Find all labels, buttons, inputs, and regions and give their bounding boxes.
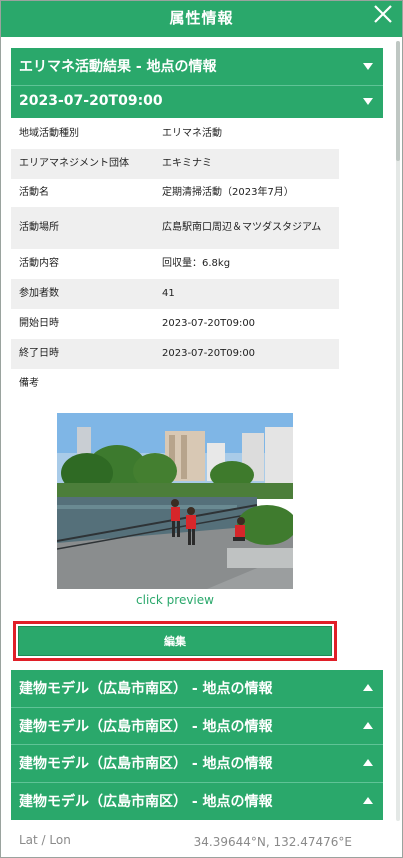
scrollbar[interactable]: [396, 41, 400, 821]
activity-photo[interactable]: [57, 413, 293, 589]
attr-key: 参加者数: [11, 279, 154, 309]
attr-key: エリアマネジメント団体: [11, 149, 154, 179]
table-row: 参加者数 41: [11, 279, 339, 309]
attribute-table: 地域活動種別 エリマネ活動 エリアマネジメント団体 エキミナミ 活動名 定期清掃…: [11, 119, 339, 399]
table-row: 活動場所 広島駅南口周辺＆マツダスタジアム: [11, 207, 339, 249]
chevron-down-icon: [363, 63, 373, 70]
attr-value: 2023-07-20T09:00: [154, 339, 339, 369]
accordion-building-model[interactable]: 建物モデル（広島市南区） - 地点の情報: [11, 707, 383, 745]
attr-key: 開始日時: [19, 318, 59, 329]
attr-value: [154, 369, 339, 399]
accordion-area-management-result[interactable]: エリマネ活動結果 - 地点の情報: [11, 48, 383, 86]
lat-lon-label: Lat / Lon: [19, 833, 71, 847]
chevron-up-icon: [363, 797, 373, 804]
attr-value: エリマネ活動: [162, 128, 222, 139]
attr-value: エキミナミ: [154, 149, 339, 179]
record-header-label: 2023-07-20T09:00: [19, 93, 163, 109]
attr-value: 回収量：6.8kg: [162, 258, 231, 269]
lat-lon-row: Lat / Lon 34.39644°N, 132.47476°E: [1, 829, 402, 857]
chevron-down-icon: [363, 98, 373, 105]
accordion-label: 建物モデル（広島市南区） - 地点の情報: [19, 719, 273, 735]
table-row: 備考: [11, 369, 339, 399]
attr-key: 終了日時: [11, 339, 154, 369]
edit-button[interactable]: 編集: [18, 626, 332, 656]
attr-key: 地域活動種別: [19, 128, 79, 139]
table-row: 活動名 定期清掃活動（2023年7月）: [11, 179, 339, 207]
table-row: 終了日時 2023-07-20T09:00: [11, 339, 339, 369]
accordion-label: エリマネ活動結果 - 地点の情報: [19, 59, 217, 75]
click-preview-link[interactable]: click preview: [1, 593, 349, 607]
accordion-label: 建物モデル（広島市南区） - 地点の情報: [19, 794, 273, 810]
attr-key: 備考: [19, 378, 39, 389]
panel-body[interactable]: エリマネ活動結果 - 地点の情報 2023-07-20T09:00 地域活動種別…: [1, 37, 402, 857]
chevron-up-icon: [363, 684, 373, 691]
lat-lon-value: 34.39644°N, 132.47476°E: [193, 835, 352, 849]
attribute-panel: 属性情報 エリマネ活動結果 - 地点の情報 2023-07-20T09:00 地…: [0, 0, 403, 858]
table-row: エリアマネジメント団体 エキミナミ: [11, 149, 339, 179]
attr-key: 活動場所: [11, 207, 154, 249]
edit-button-highlight: 編集: [13, 621, 337, 661]
panel-title: 属性情報: [169, 9, 234, 27]
accordion-label: 建物モデル（広島市南区） - 地点の情報: [19, 756, 273, 772]
scrollbar-thumb[interactable]: [396, 41, 400, 161]
panel-title-bar: 属性情報: [1, 1, 402, 37]
accordion-building-model[interactable]: 建物モデル（広島市南区） - 地点の情報: [11, 782, 383, 820]
attr-key: 活動内容: [19, 258, 59, 269]
table-row: 開始日時 2023-07-20T09:00: [11, 309, 339, 339]
attr-value: 定期清掃活動（2023年7月）: [162, 187, 294, 198]
accordion-building-model[interactable]: 建物モデル（広島市南区） - 地点の情報: [11, 670, 383, 708]
chevron-up-icon: [363, 722, 373, 729]
attr-key: 活動名: [19, 187, 49, 198]
close-icon[interactable]: [372, 3, 394, 25]
attr-value: 広島駅南口周辺＆マツダスタジアム: [154, 207, 339, 249]
accordion-label: 建物モデル（広島市南区） - 地点の情報: [19, 681, 273, 697]
record-header[interactable]: 2023-07-20T09:00: [11, 85, 383, 118]
table-row: 活動内容 回収量：6.8kg: [11, 249, 339, 279]
attr-value: 41: [154, 279, 339, 309]
accordion-building-model[interactable]: 建物モデル（広島市南区） - 地点の情報: [11, 744, 383, 782]
attr-value: 2023-07-20T09:00: [162, 318, 256, 329]
table-row: 地域活動種別 エリマネ活動: [11, 119, 339, 149]
chevron-up-icon: [363, 759, 373, 766]
